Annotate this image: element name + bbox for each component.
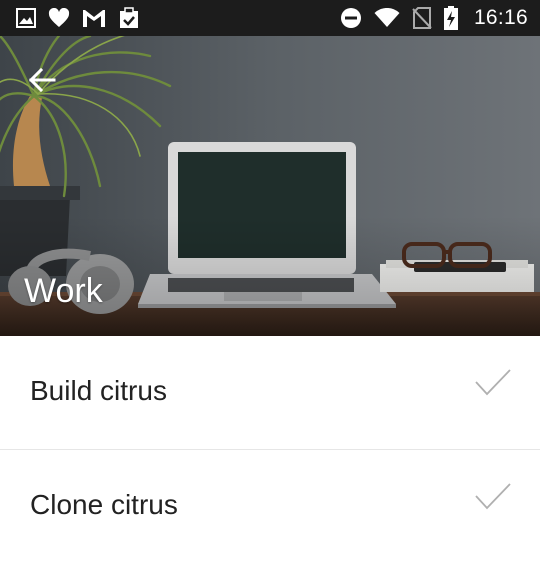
- status-time: 16:16: [473, 6, 528, 29]
- clipboard-check-icon: [118, 7, 140, 29]
- back-button[interactable]: [24, 62, 60, 98]
- wifi-icon: [374, 8, 400, 28]
- task-label: Clone citrus: [30, 489, 178, 520]
- gmail-icon: [82, 8, 106, 28]
- battery-charging-icon: [443, 6, 458, 30]
- page-title: Work: [24, 272, 103, 310]
- task-list: Build citrus Clone citrus: [0, 336, 540, 564]
- do-not-disturb-icon: [340, 7, 362, 29]
- list-item[interactable]: Build citrus: [0, 336, 540, 450]
- heart-icon: [48, 8, 70, 28]
- arrow-left-icon: [28, 67, 56, 93]
- check-icon[interactable]: [474, 368, 512, 398]
- task-label: Build citrus: [30, 375, 167, 406]
- list-item[interactable]: Clone citrus: [0, 450, 540, 564]
- no-sim-icon: [412, 7, 432, 29]
- gallery-icon: [16, 8, 36, 28]
- header-banner: Work: [0, 36, 540, 336]
- check-icon[interactable]: [474, 482, 512, 512]
- status-bar: 16:16: [0, 0, 540, 36]
